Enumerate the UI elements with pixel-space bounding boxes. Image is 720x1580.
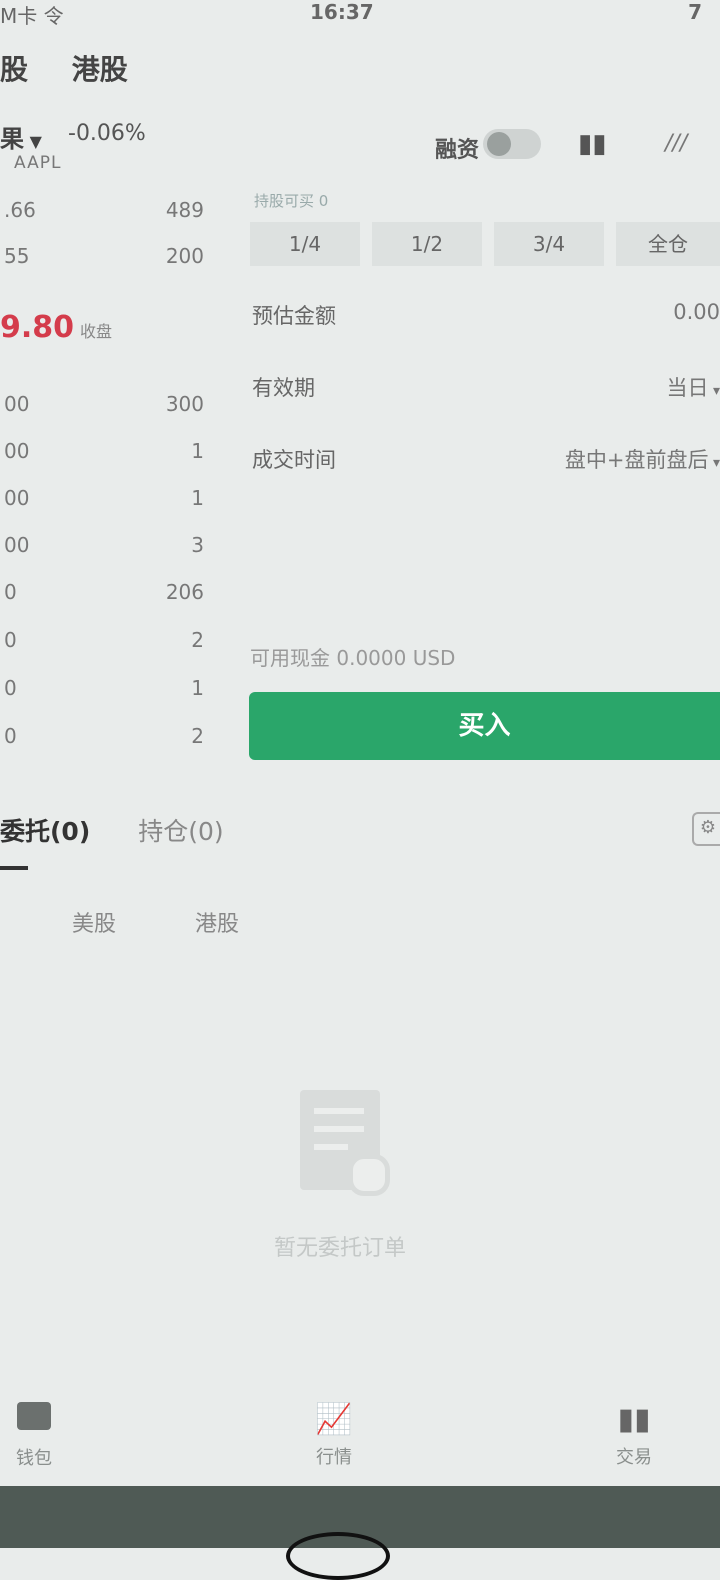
bid-qty: 2 bbox=[191, 724, 204, 748]
home-button bbox=[286, 1532, 390, 1580]
bid-qty: 1 bbox=[191, 439, 204, 463]
bid-row[interactable]: 02 bbox=[0, 724, 210, 754]
last-price-value: 9.80 bbox=[0, 310, 75, 345]
filter-icon[interactable]: ⚙ bbox=[692, 812, 720, 846]
nav-wallet-label: 钱包 bbox=[16, 1448, 52, 1469]
battery-indicator: 7 bbox=[688, 0, 702, 24]
tab-hk-stock[interactable]: 港股 bbox=[72, 48, 128, 88]
carrier-signal: M卡 令 bbox=[0, 4, 64, 28]
ask-qty: 489 bbox=[165, 198, 204, 222]
nav-trade-label: 交易 bbox=[616, 1447, 652, 1468]
validity-label: 有效期 bbox=[252, 376, 315, 400]
orders-tabs: 委托(0) 持仓(0) bbox=[0, 812, 264, 848]
nav-wallet[interactable]: 钱包 bbox=[2, 1402, 66, 1470]
tab-orders-us[interactable]: 美股 bbox=[72, 906, 116, 938]
stock-symbol: AAPL bbox=[14, 153, 62, 173]
validity-select[interactable]: 当日 ▾ bbox=[667, 372, 720, 402]
bid-qty: 300 bbox=[165, 392, 204, 416]
stock-header: 果 ▼ -0.06% AAPL 融资 ▮▮ /// bbox=[0, 115, 720, 185]
bid-price: 00 bbox=[4, 533, 30, 557]
bid-row[interactable]: 00 1 bbox=[0, 486, 210, 516]
bid-qty: 3 bbox=[191, 533, 204, 557]
last-price-tag: 收盘 bbox=[80, 322, 113, 341]
available-cash: 可用现金 0.0000 USD bbox=[250, 646, 456, 670]
bid-price: 0 bbox=[4, 580, 17, 604]
active-tab-indicator bbox=[0, 866, 28, 870]
bid-price: 0 bbox=[4, 724, 17, 748]
ratio-quarter-button[interactable]: 1/4 bbox=[250, 222, 360, 266]
stock-name[interactable]: 果 ▼ bbox=[0, 119, 42, 154]
trade-time-label: 成交时间 bbox=[252, 448, 336, 472]
wallet-icon bbox=[17, 1402, 51, 1430]
status-time: 16:37 bbox=[310, 0, 374, 24]
nav-trade[interactable]: ▮▮ 交易 bbox=[600, 1402, 668, 1469]
bid-row[interactable]: 0 206 bbox=[0, 580, 210, 610]
ratio-buttons: 1/4 1/2 3/4 全仓 bbox=[250, 222, 720, 266]
nav-market[interactable]: 📈 行情 bbox=[300, 1402, 368, 1469]
tab-orders[interactable]: 委托(0) bbox=[0, 812, 90, 848]
empty-document-icon bbox=[300, 1090, 390, 1196]
empty-text: 暂无委托订单 bbox=[273, 1236, 406, 1261]
buy-button[interactable]: 买入 bbox=[249, 692, 720, 760]
bid-row[interactable]: 00 3 bbox=[0, 533, 210, 563]
empty-state: 暂无委托订单 bbox=[240, 1090, 440, 1262]
ask-price: .66 bbox=[4, 198, 36, 222]
ask-price: 55 bbox=[4, 244, 30, 268]
tab-us-stock[interactable]: 股 bbox=[0, 48, 28, 88]
chevron-down-icon: ▾ bbox=[708, 383, 720, 399]
bid-price: 0 bbox=[4, 628, 17, 652]
toggle-knob bbox=[487, 132, 511, 156]
ratio-half-button[interactable]: 1/2 bbox=[372, 222, 482, 266]
stock-change: -0.06% bbox=[68, 121, 146, 146]
trade-icon: ▮▮ bbox=[617, 1402, 651, 1437]
chart-icon: 📈 bbox=[315, 1402, 353, 1437]
bid-qty: 206 bbox=[165, 580, 204, 604]
margin-label: 融资 bbox=[435, 138, 480, 163]
bid-qty: 2 bbox=[191, 628, 204, 652]
tab-orders-hk[interactable]: 港股 bbox=[195, 906, 239, 938]
margin-toggle[interactable] bbox=[483, 129, 541, 159]
bid-price: 00 bbox=[4, 439, 30, 463]
bid-row[interactable]: 00 300 bbox=[0, 392, 210, 422]
bid-price: 00 bbox=[4, 486, 30, 510]
ratio-full-button[interactable]: 全仓 bbox=[616, 222, 720, 266]
trade-time-select[interactable]: 盘中+盘前盘后 ▾ bbox=[565, 444, 720, 474]
bid-row[interactable]: 00 1 bbox=[0, 439, 210, 469]
bid-price: 00 bbox=[4, 392, 30, 416]
bottom-nav: 钱包 📈 行情 ▮▮ 交易 bbox=[0, 1402, 720, 1486]
more-icon[interactable]: /// bbox=[665, 131, 687, 156]
last-price: 9.80 收盘 bbox=[0, 310, 112, 345]
kline-chart-icon[interactable]: ▮▮ bbox=[578, 129, 607, 159]
bid-row[interactable]: 02 bbox=[0, 628, 210, 658]
bid-qty: 1 bbox=[191, 486, 204, 510]
ask-qty: 200 bbox=[165, 244, 204, 268]
ratio-three-quarter-button[interactable]: 3/4 bbox=[494, 222, 604, 266]
bid-qty: 1 bbox=[191, 676, 204, 700]
nav-market-label: 行情 bbox=[316, 1447, 352, 1468]
ask-row[interactable]: 55 200 bbox=[0, 244, 210, 274]
estimated-amount-label: 预估金额 bbox=[252, 304, 336, 328]
orders-market-tabs: 美股 港股 bbox=[72, 906, 311, 938]
tab-positions[interactable]: 持仓(0) bbox=[138, 812, 223, 848]
status-bar: M卡 令 16:37 7 bbox=[0, 0, 720, 30]
chevron-down-icon: ▾ bbox=[708, 455, 720, 471]
bid-price: 0 bbox=[4, 676, 17, 700]
dropdown-arrow-icon[interactable]: ▼ bbox=[24, 132, 42, 151]
ask-row[interactable]: .66 489 bbox=[0, 198, 210, 228]
market-tabs: 股 港股 bbox=[0, 48, 162, 88]
estimated-amount-value: 0.00 bbox=[673, 300, 720, 324]
bid-row[interactable]: 01 bbox=[0, 676, 210, 706]
device-bezel bbox=[0, 1486, 720, 1580]
ratio-title: 持股可买 0 bbox=[254, 192, 329, 210]
